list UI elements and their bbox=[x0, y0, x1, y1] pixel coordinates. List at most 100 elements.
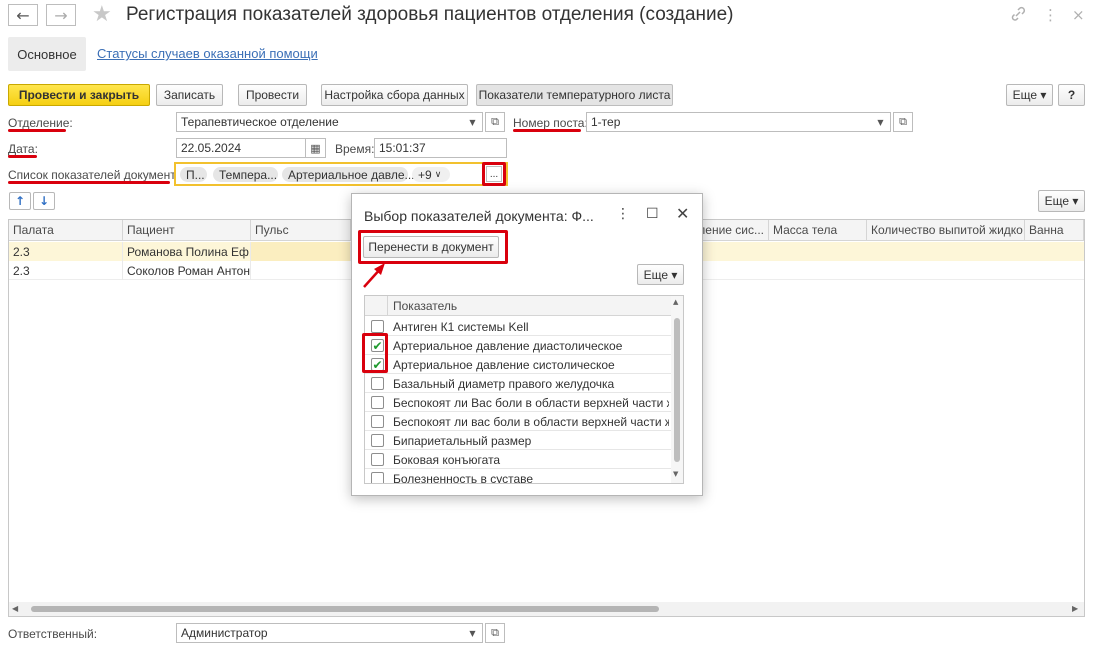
list-item[interactable]: Беспокоят ли Вас боли в области верхней … bbox=[365, 393, 671, 412]
arrow-right-icon: → bbox=[54, 5, 68, 25]
red-arrow-icon bbox=[363, 263, 385, 288]
indicator-tag[interactable]: П... bbox=[180, 167, 207, 182]
ward-cell: 2.3 bbox=[9, 261, 123, 280]
close-icon[interactable]: ✕ bbox=[676, 204, 689, 223]
more-tags-counter[interactable]: +9 ∨ bbox=[412, 167, 450, 182]
horizontal-scrollbar[interactable]: ◀ ▶ bbox=[9, 602, 1084, 616]
list-item[interactable]: Болезненность в суставе bbox=[365, 469, 671, 484]
column-header-weight[interactable]: Масса тела bbox=[769, 220, 867, 241]
checkbox[interactable] bbox=[371, 377, 384, 390]
calendar-icon[interactable]: ▦ bbox=[306, 138, 326, 158]
list-item[interactable]: Антиген К1 системы Kell bbox=[365, 317, 671, 336]
list-item[interactable]: Беспокоят ли вас боли в области верхней … bbox=[365, 412, 671, 431]
scroll-down-icon[interactable]: ▼ bbox=[673, 470, 678, 478]
post-number-field[interactable]: 1-тер bbox=[586, 112, 872, 132]
list-item[interactable]: Боковая конъюгата bbox=[365, 450, 671, 469]
column-header-fluid[interactable]: Количество выпитой жидко... bbox=[867, 220, 1025, 241]
patient-cell: Соколов Роман Антон... bbox=[123, 261, 251, 280]
select-indicators-dialog[interactable]: Выбор показателей документа: Ф... ⋮ ☐ ✕ … bbox=[351, 193, 703, 496]
responsible-label: Ответственный: bbox=[8, 627, 98, 641]
list-item[interactable]: ✔ Артериальное давление диастолическое bbox=[365, 336, 671, 355]
dialog-title: Выбор показателей документа: Ф... bbox=[364, 208, 594, 224]
post-and-close-button[interactable]: Провести и закрыть bbox=[8, 84, 150, 106]
column-header-bath[interactable]: Ванна bbox=[1025, 220, 1084, 241]
post-number-label: Номер поста: bbox=[513, 116, 588, 130]
scrollbar-thumb[interactable] bbox=[674, 318, 680, 462]
time-label: Время: bbox=[335, 142, 375, 156]
indicators-list[interactable]: Показатель Антиген К1 системы Kell ✔ Артер… bbox=[364, 295, 684, 484]
list-item[interactable]: Базальный диаметр правого желудочка bbox=[365, 374, 671, 393]
highlight-underline bbox=[8, 129, 66, 132]
temperature-sheet-indicators-button[interactable]: Показатели температурного листа bbox=[476, 84, 673, 106]
scrollbar-thumb[interactable] bbox=[31, 606, 659, 612]
post-number-dropdown-icon[interactable]: ▼ bbox=[871, 112, 891, 132]
responsible-field[interactable]: Администратор bbox=[176, 623, 464, 643]
department-dropdown-icon[interactable]: ▼ bbox=[463, 112, 483, 132]
list-item-label: Артериальное давление диастолическое bbox=[393, 338, 623, 353]
column-divider bbox=[387, 296, 388, 316]
list-header: Показатель bbox=[365, 296, 671, 316]
indicators-list-label: Список показателей документа: bbox=[8, 168, 186, 182]
indicator-tag[interactable]: Темпера... bbox=[213, 167, 278, 182]
list-item-label: Бипариетальный размер bbox=[393, 433, 532, 448]
list-item[interactable]: ✔ Артериальное давление систолическое bbox=[365, 355, 671, 374]
more-options-icon[interactable]: ⋮ bbox=[1043, 6, 1058, 24]
column-header-ward[interactable]: Палата bbox=[9, 220, 123, 241]
tab-main[interactable]: Основное bbox=[8, 37, 86, 71]
time-field[interactable]: 15:01:37 bbox=[374, 138, 507, 158]
dialog-more-button[interactable]: Еще ▾ bbox=[637, 264, 684, 285]
list-item-label: Болезненность в суставе bbox=[393, 471, 534, 484]
post-button[interactable]: Провести bbox=[238, 84, 307, 106]
checkbox[interactable] bbox=[371, 434, 384, 447]
ward-cell: 2.3 bbox=[9, 242, 123, 261]
list-item[interactable]: Бипариетальный размер bbox=[365, 431, 671, 450]
post-number-open-icon[interactable]: ⧉ bbox=[893, 112, 913, 132]
checkbox[interactable] bbox=[371, 472, 384, 483]
highlight-box bbox=[362, 333, 388, 373]
date-field[interactable]: 22.05.2024 bbox=[176, 138, 306, 158]
vertical-scrollbar[interactable]: ▲ ▼ bbox=[671, 296, 683, 483]
save-button[interactable]: Записать bbox=[156, 84, 223, 106]
department-field[interactable]: Терапевтическое отделение bbox=[176, 112, 464, 132]
checkbox[interactable] bbox=[371, 320, 384, 333]
data-collection-settings-button[interactable]: Настройка сбора данных bbox=[321, 84, 468, 106]
scroll-left-icon[interactable]: ◀ bbox=[12, 604, 18, 613]
column-header-pulse[interactable]: Пульс bbox=[251, 220, 351, 241]
arrow-left-icon: ← bbox=[16, 5, 30, 25]
list-item-label: Беспокоят ли Вас боли в области верхней … bbox=[393, 395, 669, 410]
scroll-up-icon[interactable]: ▲ bbox=[673, 298, 678, 306]
help-button[interactable]: ? bbox=[1058, 84, 1085, 106]
tab-statuses[interactable]: Статусы случаев оказанной помощи bbox=[97, 46, 318, 61]
transfer-to-document-button[interactable]: Перенести в документ bbox=[363, 236, 499, 258]
checkbox[interactable] bbox=[371, 453, 384, 466]
indicators-tags-box[interactable]: П... Темпера... Артериальное давле... +9… bbox=[174, 162, 508, 186]
maximize-icon[interactable]: ☐ bbox=[646, 206, 659, 222]
close-icon[interactable]: × bbox=[1072, 6, 1085, 24]
back-button[interactable]: ← bbox=[8, 4, 38, 26]
scroll-right-icon[interactable]: ▶ bbox=[1072, 604, 1078, 613]
select-indicators-button[interactable]: ... bbox=[486, 166, 502, 182]
indicator-tag[interactable]: Артериальное давле... bbox=[282, 167, 415, 182]
checkbox[interactable] bbox=[371, 396, 384, 409]
column-header-indicator[interactable]: Показатель bbox=[393, 299, 457, 313]
responsible-open-icon[interactable]: ⧉ bbox=[485, 623, 505, 643]
pulse-cell[interactable] bbox=[251, 242, 351, 261]
list-item-label: Беспокоят ли вас боли в области верхней … bbox=[393, 414, 669, 429]
move-down-button[interactable]: ↓ bbox=[33, 192, 55, 210]
list-item-label: Базальный диаметр правого желудочка bbox=[393, 376, 615, 391]
responsible-dropdown-icon[interactable]: ▼ bbox=[463, 623, 483, 643]
department-label: Отделение: bbox=[8, 116, 73, 130]
highlight-underline bbox=[8, 155, 37, 158]
checkbox[interactable] bbox=[371, 415, 384, 428]
department-open-icon[interactable]: ⧉ bbox=[485, 112, 505, 132]
arrow-up-icon: ↑ bbox=[14, 194, 26, 208]
table-more-button[interactable]: Еще ▾ bbox=[1038, 190, 1085, 212]
link-icon[interactable] bbox=[1010, 6, 1026, 26]
highlight-underline bbox=[8, 181, 170, 184]
column-header-patient[interactable]: Пациент bbox=[123, 220, 251, 241]
favorite-star-icon[interactable]: ★ bbox=[92, 2, 112, 27]
move-up-button[interactable]: ↑ bbox=[9, 192, 31, 210]
more-button[interactable]: Еще ▾ bbox=[1006, 84, 1053, 106]
more-options-icon[interactable]: ⋮ bbox=[616, 206, 630, 222]
forward-button[interactable]: → bbox=[46, 4, 76, 26]
